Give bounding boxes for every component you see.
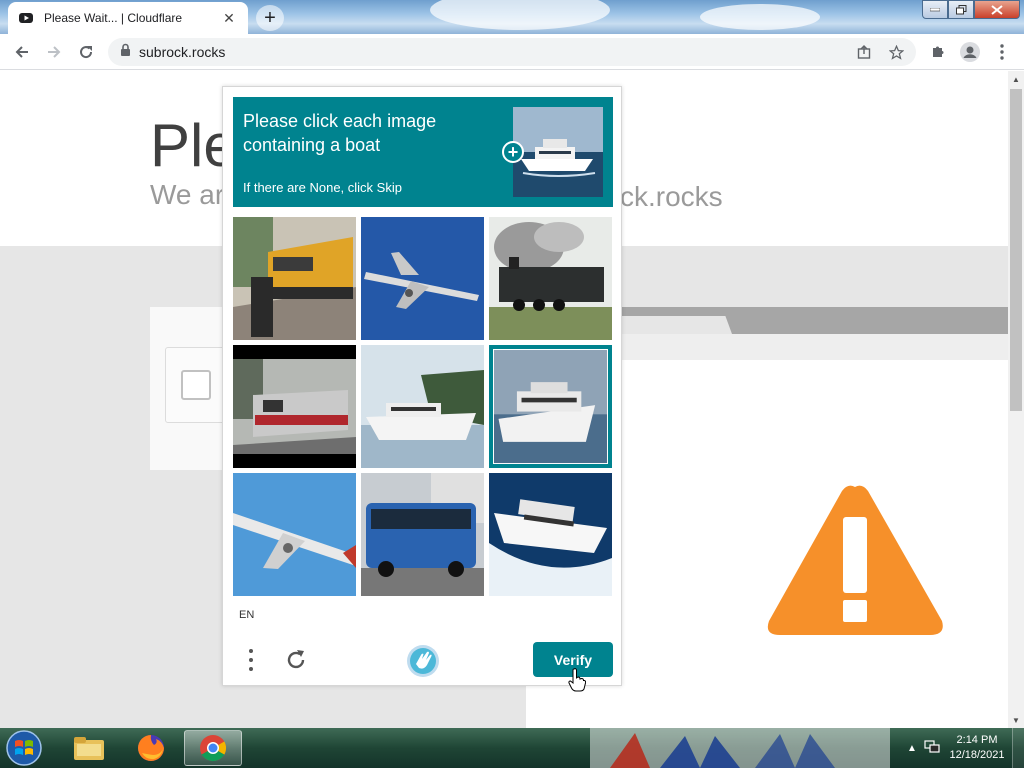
page-subtitle: We ar: [150, 179, 225, 210]
sky-cloud: [700, 4, 820, 30]
tab-close-icon[interactable]: ✕: [220, 9, 238, 27]
wallpaper-peek: [590, 728, 890, 768]
refresh-challenge-icon[interactable]: [281, 645, 311, 675]
tile-bus[interactable]: [361, 473, 484, 596]
tile-train[interactable]: [233, 345, 356, 468]
language-selector[interactable]: EN: [239, 609, 254, 621]
back-arrow-icon[interactable]: [8, 38, 36, 66]
windows-taskbar: ▲ 2:14 PM 12/18/2021: [0, 728, 1024, 768]
challenge-prompt: Please click each image containing a boa…: [233, 97, 613, 207]
chrome-menu-icon[interactable]: [988, 38, 1016, 66]
show-hidden-icons-icon[interactable]: ▲: [902, 743, 922, 754]
restore-button[interactable]: [948, 0, 974, 19]
reload-icon[interactable]: [72, 38, 100, 66]
url-text: subrock.rocks: [139, 44, 226, 60]
show-desktop-button[interactable]: [1012, 728, 1024, 768]
browser-toolbar: subrock.rocks: [0, 34, 1024, 70]
lock-icon[interactable]: [120, 43, 131, 61]
tile-steam-train[interactable]: [489, 217, 612, 340]
page-banner-tab: [622, 316, 732, 334]
start-button[interactable]: [4, 729, 44, 767]
tile-train[interactable]: [233, 217, 356, 340]
taskbar-explorer-icon[interactable]: [60, 730, 118, 766]
window-controls: [922, 0, 1020, 19]
scroll-down-arrow-icon[interactable]: ▼: [1008, 712, 1024, 728]
scrollbar-thumb[interactable]: [1010, 89, 1022, 411]
tile-airplane[interactable]: [361, 217, 484, 340]
page-banner-strip: [622, 334, 1008, 360]
youtube-favicon-icon: [18, 10, 34, 26]
page-scrollbar[interactable]: ▲ ▼: [1008, 71, 1024, 728]
captcha-checkbox[interactable]: [181, 370, 211, 400]
page-subtitle-domain: ck.rocks: [620, 181, 723, 212]
taskbar-chrome-icon[interactable]: [184, 730, 242, 766]
address-bar[interactable]: subrock.rocks: [108, 38, 916, 66]
hcaptcha-logo-icon[interactable]: [405, 643, 441, 679]
tab-title: Please Wait... | Cloudflare: [44, 11, 183, 25]
system-tray: ▲ 2:14 PM 12/18/2021: [902, 728, 1024, 768]
sky-cloud: [430, 0, 610, 30]
profile-avatar-icon[interactable]: [956, 38, 984, 66]
close-window-button[interactable]: [974, 0, 1020, 19]
prompt-text: Please click each image containing a boa…: [243, 111, 437, 155]
tile-boat[interactable]: [489, 473, 612, 596]
minimize-button[interactable]: [922, 0, 948, 19]
hand-cursor-icon: [568, 668, 586, 692]
taskbar-clock[interactable]: 2:14 PM 12/18/2021: [942, 733, 1012, 763]
more-options-icon[interactable]: [241, 645, 261, 675]
example-boat-image[interactable]: [513, 107, 603, 197]
hcaptcha-challenge: Please click each image containing a boa…: [222, 86, 622, 686]
tile-boat-selected[interactable]: [489, 345, 612, 468]
share-icon[interactable]: [850, 38, 878, 66]
clock-time: 2:14 PM: [956, 734, 998, 746]
taskbar-firefox-icon[interactable]: [122, 730, 180, 766]
image-grid: [233, 217, 613, 597]
captcha-checkbox-widget[interactable]: [165, 347, 225, 423]
scroll-up-arrow-icon[interactable]: ▲: [1008, 71, 1024, 87]
clock-date: 12/18/2021: [949, 749, 1005, 761]
browser-title-bar: Please Wait... | Cloudflare ✕ +: [0, 0, 1024, 34]
tile-boat[interactable]: [361, 345, 484, 468]
new-tab-button[interactable]: +: [256, 5, 284, 31]
browser-tab[interactable]: Please Wait... | Cloudflare ✕: [8, 2, 248, 34]
bookmark-star-icon[interactable]: [882, 38, 910, 66]
expand-example-plus-icon[interactable]: +: [502, 141, 524, 163]
forward-arrow-icon[interactable]: [40, 38, 68, 66]
network-icon[interactable]: [922, 739, 942, 757]
prompt-hint: If there are None, click Skip: [243, 180, 402, 195]
tile-airplane[interactable]: [233, 473, 356, 596]
warning-triangle-icon: [767, 485, 943, 635]
extensions-puzzle-icon[interactable]: [924, 38, 952, 66]
